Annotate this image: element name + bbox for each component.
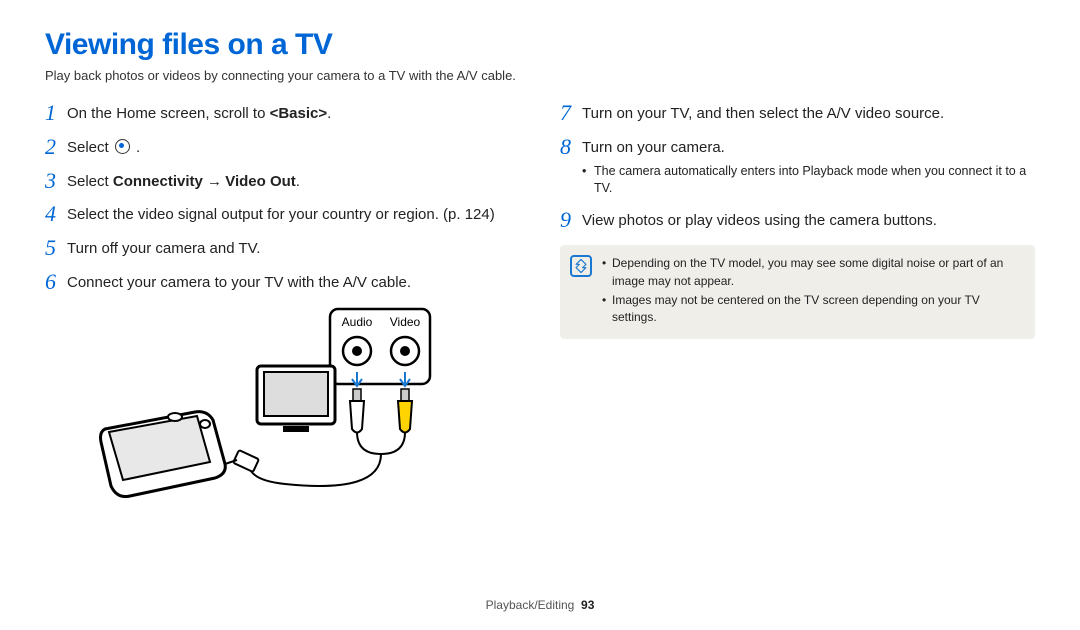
note-item: Images may not be centered on the TV scr… — [602, 292, 1023, 327]
note-item: Depending on the TV model, you may see s… — [602, 255, 1023, 290]
page-title: Viewing files on a TV — [45, 28, 1035, 62]
audio-label: Audio — [342, 315, 373, 329]
step-number: 7 — [560, 101, 582, 124]
step: 6Connect your camera to your TV with the… — [45, 270, 520, 294]
step-text: On the Home screen, scroll to <Basic>. — [67, 101, 331, 125]
step-number: 2 — [45, 135, 67, 158]
connection-diagram: Audio Video — [75, 304, 520, 519]
step: 9View photos or play videos using the ca… — [560, 208, 1035, 232]
step-number: 5 — [45, 236, 67, 259]
step-number: 3 — [45, 169, 67, 192]
step-text: View photos or play videos using the cam… — [582, 208, 937, 232]
camera-icon — [101, 411, 226, 496]
step-number: 1 — [45, 101, 67, 124]
content-columns: 1On the Home screen, scroll to <Basic>.2… — [45, 101, 1035, 519]
step-text: Connect your camera to your TV with the … — [67, 270, 411, 294]
step-text: Turn on your TV, and then select the A/V… — [582, 101, 944, 125]
step-text: Select . — [67, 135, 140, 159]
step-number: 8 — [560, 135, 582, 158]
step: 5Turn off your camera and TV. — [45, 236, 520, 260]
left-column: 1On the Home screen, scroll to <Basic>.2… — [45, 101, 520, 519]
step: 8Turn on your camera. — [560, 135, 1035, 159]
note-list: Depending on the TV model, you may see s… — [602, 255, 1023, 329]
footer-section: Playback/Editing — [486, 598, 575, 612]
step-number: 4 — [45, 202, 67, 225]
step-text: Turn on your camera. — [582, 135, 725, 159]
video-label: Video — [390, 315, 421, 329]
step-text: Select Connectivity → Video Out. — [67, 169, 300, 193]
step: 7Turn on your TV, and then select the A/… — [560, 101, 1035, 125]
footer-page-number: 93 — [581, 598, 594, 612]
step: 3Select Connectivity → Video Out. — [45, 169, 520, 193]
sub-bullet: The camera automatically enters into Pla… — [582, 163, 1035, 198]
step-text: Turn off your camera and TV. — [67, 236, 260, 260]
step-8-sub: The camera automatically enters into Pla… — [560, 163, 1035, 198]
page-footer: Playback/Editing 93 — [0, 598, 1080, 612]
step-number: 6 — [45, 270, 67, 293]
video-plug — [398, 389, 412, 433]
right-column: 7Turn on your TV, and then select the A/… — [560, 101, 1035, 519]
note-icon — [570, 255, 592, 277]
step-number: 9 — [560, 208, 582, 231]
intro-text: Play back photos or videos by connecting… — [45, 68, 1035, 83]
step: 2Select . — [45, 135, 520, 159]
settings-target-icon — [115, 139, 130, 154]
note-box: Depending on the TV model, you may see s… — [560, 245, 1035, 339]
audio-plug — [350, 389, 364, 433]
step-text: Select the video signal output for your … — [67, 202, 495, 226]
tv-icon — [257, 366, 335, 432]
step: 1On the Home screen, scroll to <Basic>. — [45, 101, 520, 125]
step: 4Select the video signal output for your… — [45, 202, 520, 226]
